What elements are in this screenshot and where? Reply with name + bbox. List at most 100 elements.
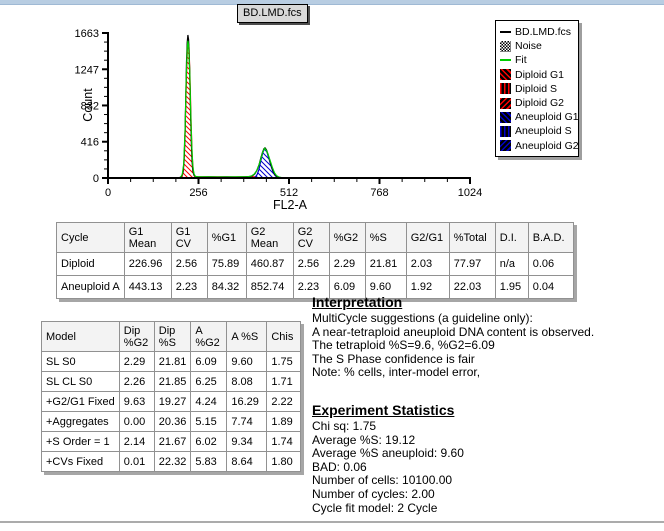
table-cell: 6.25 <box>191 372 227 392</box>
table-cell: 7.74 <box>227 412 267 432</box>
line-swatch-icon <box>500 55 511 66</box>
aneuploid-g1-peak <box>254 148 280 178</box>
column-header: A %S <box>227 322 267 352</box>
table-row[interactable]: +CVs Fixed0.0122.325.838.641.80 <box>42 452 301 472</box>
table-cell: 4.24 <box>191 392 227 412</box>
legend-item-diploid-g2[interactable]: Diploid G2 <box>500 96 575 110</box>
y-tick-label: 1663 <box>75 28 99 40</box>
column-header: Chis <box>267 322 301 352</box>
table-cell: 0.00 <box>119 412 154 432</box>
table-cell: 9.34 <box>227 432 267 452</box>
legend-label: Aneuploid S <box>515 125 572 137</box>
experiment-statistics-lines: Chi sq: 1.75Average %S: 19.12Average %S … <box>312 420 662 515</box>
bd-lmd-fcs-curve <box>108 35 470 178</box>
table-cell: 2.29 <box>119 352 154 372</box>
table-cell: +Aggregates <box>42 412 120 432</box>
legend-label: Diploid G1 <box>515 69 564 81</box>
x-tick-label: 256 <box>189 187 207 199</box>
interpretation-section: Interpretation MultiCycle suggestions (a… <box>312 294 662 380</box>
table-cell: 1.75 <box>267 352 301 372</box>
table-cell: 21.67 <box>154 432 191 452</box>
table-row[interactable]: SL S02.2921.816.099.601.75 <box>42 352 301 372</box>
table-cell: 16.29 <box>227 392 267 412</box>
table-cell: 0.01 <box>119 452 154 472</box>
column-header: Cycle <box>57 223 125 253</box>
hatch-fwd-swatch-icon <box>500 98 511 109</box>
text-line: A near-tetraploid aneuploid DNA content … <box>312 326 662 340</box>
legend-item-aneuploid-g1[interactable]: Aneuploid G1 <box>500 110 575 124</box>
table-row[interactable]: Diploid226.962.5675.89460.872.562.2921.8… <box>57 253 574 276</box>
table-cell: 1.74 <box>267 432 301 452</box>
table-cell: 226.96 <box>124 253 171 276</box>
x-axis-label: FL2-A <box>250 198 330 212</box>
table-cell: 460.87 <box>246 253 293 276</box>
table-cell: 9.60 <box>227 352 267 372</box>
column-header: %Total <box>449 223 495 253</box>
table-cell: 21.81 <box>154 352 191 372</box>
text-line: MultiCycle suggestions (a guideline only… <box>312 312 662 326</box>
experiment-statistics-section: Experiment Statistics Chi sq: 1.75Averag… <box>312 402 662 515</box>
table-cell: 75.89 <box>207 253 246 276</box>
table-cell: 84.32 <box>207 276 246 299</box>
legend-item-aneuploid-g2[interactable]: Aneuploid G2 <box>500 139 575 153</box>
hatch-back-swatch-icon <box>500 112 511 123</box>
interpretation-lines: MultiCycle suggestions (a guideline only… <box>312 312 662 380</box>
table-cell: 21.85 <box>154 372 191 392</box>
column-header: Dip %G2 <box>119 322 154 352</box>
table-cell: +G2/G1 Fixed <box>42 392 120 412</box>
table-cell: 2.56 <box>293 253 329 276</box>
legend-item-bd-lmd-fcs[interactable]: BD.LMD.fcs <box>500 25 575 39</box>
chart-title[interactable]: BD.LMD.fcs <box>237 4 308 23</box>
x-tick-label: 768 <box>370 187 388 199</box>
column-header: %G1 <box>207 223 246 253</box>
y-axis-label: Count <box>81 65 95 145</box>
table-row[interactable]: SL CL S02.2621.856.258.081.71 <box>42 372 301 392</box>
text-line: Chi sq: 1.75 <box>312 420 662 434</box>
column-header: G2 Mean <box>246 223 293 253</box>
text-line: Note: % cells, inter-model error, <box>312 366 662 380</box>
x-tick-label: 0 <box>105 187 111 199</box>
column-header: G1 CV <box>171 223 207 253</box>
table-cell: 852.74 <box>246 276 293 299</box>
text-line: Number of cycles: 2.00 <box>312 488 662 502</box>
experiment-statistics-heading: Experiment Statistics <box>312 402 662 418</box>
legend-item-diploid-g1[interactable]: Diploid G1 <box>500 68 575 82</box>
legend-label: Diploid G2 <box>515 97 564 109</box>
legend-item-fit[interactable]: Fit <box>500 53 575 67</box>
table-cell: SL CL S0 <box>42 372 120 392</box>
hatch-vert-swatch-icon <box>500 83 511 94</box>
table-cell: 0.06 <box>528 253 573 276</box>
column-header: G2/G1 <box>406 223 449 253</box>
table-row[interactable]: +G2/G1 Fixed9.6319.274.2416.292.22 <box>42 392 301 412</box>
model-comparison-table: ModelDip %G2Dip %SA %G2A %SChisSL S02.29… <box>41 321 301 472</box>
table-cell: 8.64 <box>227 452 267 472</box>
legend-item-aneuploid-s[interactable]: Aneuploid S <box>500 124 575 138</box>
checker-swatch-icon <box>500 41 511 52</box>
y-tick-label: 0 <box>93 173 99 185</box>
table-cell: 2.56 <box>171 253 207 276</box>
cycle-stats-table: CycleG1 MeanG1 CV%G1G2 MeanG2 CV%G2%SG2/… <box>56 222 574 299</box>
legend-label: Aneuploid G2 <box>515 140 579 152</box>
table-cell: Aneuploid A <box>57 276 125 299</box>
table-cell: 2.23 <box>171 276 207 299</box>
table-row[interactable]: +S Order = 12.1421.676.029.341.74 <box>42 432 301 452</box>
table-cell: 77.97 <box>449 253 495 276</box>
column-header: Model <box>42 322 120 352</box>
line-swatch-icon <box>500 27 511 38</box>
fit-curve <box>108 41 470 178</box>
table-cell: 2.03 <box>406 253 449 276</box>
x-tick-label: 1024 <box>458 187 482 199</box>
table-cell: 2.29 <box>329 253 365 276</box>
table-cell: 1.80 <box>267 452 301 472</box>
text-line: The S Phase confidence is fair <box>312 353 662 367</box>
multicycle-report-window: 02565127681024041683212471663 BD.LMD.fcs… <box>0 0 664 531</box>
table-cell: 5.15 <box>191 412 227 432</box>
text-line: Average %S aneuploid: 9.60 <box>312 447 662 461</box>
table-cell: 9.63 <box>119 392 154 412</box>
legend-item-diploid-s[interactable]: Diploid S <box>500 82 575 96</box>
table-row[interactable]: +Aggregates0.0020.365.157.741.89 <box>42 412 301 432</box>
column-header: G2 CV <box>293 223 329 253</box>
table-cell: 22.32 <box>154 452 191 472</box>
table-cell: 5.83 <box>191 452 227 472</box>
legend-item-noise[interactable]: Noise <box>500 39 575 53</box>
